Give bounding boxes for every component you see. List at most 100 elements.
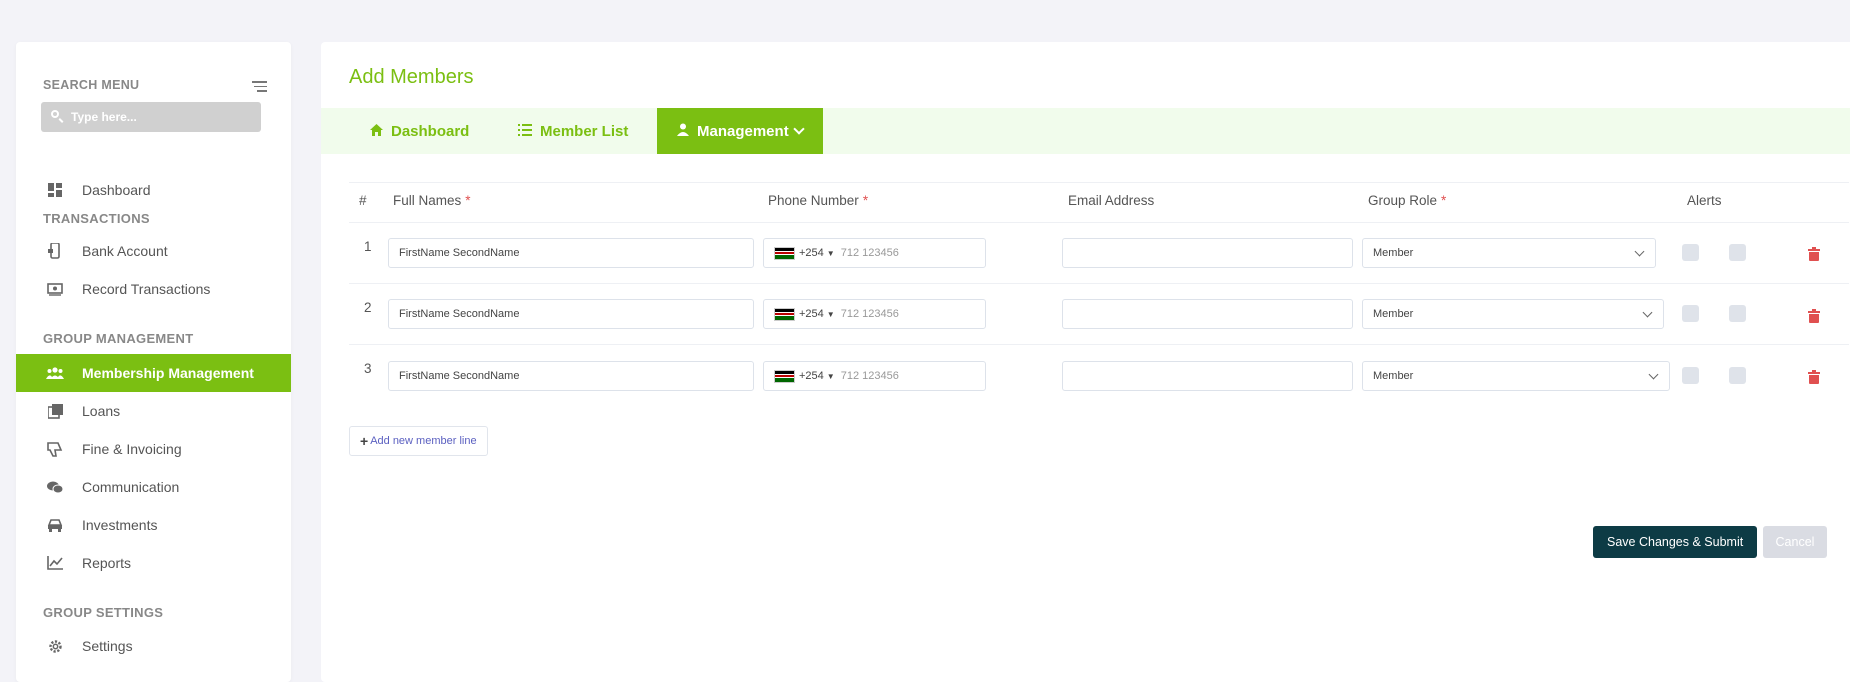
money-bill-icon (46, 280, 64, 298)
selected-role: Member (1373, 247, 1414, 259)
row-divider (349, 344, 1849, 345)
cancel-button[interactable]: Cancel (1763, 526, 1827, 558)
alert-checkbox-sms[interactable] (1682, 367, 1699, 384)
loans-icon (46, 402, 64, 420)
chevron-down-icon (1648, 369, 1659, 380)
sidebar-item-communication[interactable]: Communication (16, 468, 291, 506)
country-code: +254 (799, 247, 824, 259)
chevron-down-icon (1642, 307, 1653, 318)
add-member-line-label: Add new member line (370, 435, 477, 447)
header-alerts: Alerts (1687, 193, 1722, 208)
email-input[interactable] (1062, 361, 1353, 391)
alert-checkbox-email[interactable] (1729, 244, 1746, 261)
group-role-select[interactable]: Member (1362, 299, 1664, 329)
phone-placeholder: 712 123456 (840, 370, 899, 382)
main-panel: Add Members Dashboard Member List Manage… (321, 42, 1850, 682)
dashboard-icon (46, 181, 64, 199)
section-group-management: GROUP MANAGEMENT (43, 331, 194, 346)
section-group-settings: GROUP SETTINGS (43, 605, 164, 620)
full-name-input[interactable]: FirstName SecondName (388, 299, 754, 329)
sidebar-item-dashboard[interactable]: Dashboard (16, 171, 291, 209)
header-number: # (359, 193, 367, 208)
search-box (41, 102, 261, 132)
chat-bubbles-icon (46, 478, 64, 496)
kenya-flag-icon[interactable] (774, 307, 795, 321)
email-input[interactable] (1062, 299, 1353, 329)
sidebar-item-reports[interactable]: Reports (16, 544, 291, 582)
alert-checkbox-sms[interactable] (1682, 244, 1699, 261)
table-header-border (349, 222, 1849, 223)
table-top-border (349, 182, 1849, 183)
sidebar-item-loans[interactable]: Loans (16, 392, 291, 430)
add-member-line-button[interactable]: + Add new member line (349, 426, 488, 456)
delete-row-icon[interactable] (1808, 309, 1820, 323)
sidebar-item-label: Fine & Invoicing (82, 441, 182, 457)
tab-label: Dashboard (391, 122, 470, 140)
selected-role: Member (1373, 308, 1414, 320)
mobile-wallet-icon (46, 242, 64, 260)
group-role-select[interactable]: Member (1362, 238, 1656, 268)
caret-down-icon: ▼ (826, 309, 835, 319)
kenya-flag-icon[interactable] (774, 369, 795, 383)
sidebar-item-label: Bank Account (82, 243, 168, 259)
row-number: 3 (364, 361, 372, 376)
sidebar-item-label: Loans (82, 403, 121, 419)
header-full-names: Full Names * (393, 193, 471, 208)
row-divider (349, 283, 1849, 284)
plus-icon: + (360, 433, 369, 449)
email-input[interactable] (1062, 238, 1353, 268)
sidebar-item-label: Investments (82, 517, 158, 533)
delete-row-icon[interactable] (1808, 247, 1820, 261)
sidebar-item-label: Settings (82, 638, 133, 654)
sidebar-item-investments[interactable]: Investments (16, 506, 291, 544)
sidebar-item-label: Reports (82, 555, 132, 571)
full-name-input[interactable]: FirstName SecondName (388, 238, 754, 268)
sidebar-item-bank-account[interactable]: Bank Account (16, 232, 291, 270)
required-mark: * (1441, 193, 1447, 208)
country-code: +254 (799, 308, 824, 320)
phone-placeholder: 712 123456 (840, 308, 899, 320)
phone-placeholder: 712 123456 (840, 247, 899, 259)
sidebar-item-label: Communication (82, 479, 180, 495)
sidebar-item-fine-invoicing[interactable]: Fine & Invoicing (16, 430, 291, 468)
search-input[interactable] (71, 102, 251, 132)
country-code: +254 (799, 370, 824, 382)
delete-row-icon[interactable] (1808, 370, 1820, 384)
kenya-flag-icon[interactable] (774, 246, 795, 260)
sidebar-item-label: Dashboard (82, 182, 151, 198)
save-submit-button[interactable]: Save Changes & Submit (1593, 526, 1758, 558)
home-icon (370, 123, 383, 139)
row-number: 1 (364, 239, 372, 254)
sidebar-item-label: Record Transactions (82, 281, 211, 297)
sidebar-item-membership-management[interactable]: Membership Management (16, 354, 291, 392)
header-email-address: Email Address (1068, 193, 1155, 208)
alert-checkbox-email[interactable] (1729, 305, 1746, 322)
thumbs-down-icon (46, 440, 64, 458)
required-mark: * (862, 193, 869, 208)
header-phone-number: Phone Number * (768, 193, 869, 208)
search-menu-heading: SEARCH MENU (43, 78, 140, 92)
sidebar-item-settings[interactable]: Settings (16, 627, 291, 665)
phone-input[interactable]: +254 ▼ 712 123456 (763, 238, 986, 268)
search-icon (51, 110, 59, 118)
user-icon (677, 123, 689, 139)
menu-toggle-icon[interactable] (252, 81, 267, 95)
group-role-select[interactable]: Member (1362, 361, 1670, 391)
section-transactions: TRANSACTIONS (43, 211, 150, 226)
alert-checkbox-sms[interactable] (1682, 305, 1699, 322)
sidebar-item-label: Membership Management (82, 365, 254, 381)
phone-input[interactable]: +254 ▼ 712 123456 (763, 361, 986, 391)
tab-dashboard[interactable]: Dashboard (370, 108, 469, 154)
tab-label: Member List (540, 122, 629, 140)
alert-checkbox-email[interactable] (1729, 367, 1746, 384)
sidebar-item-record-transactions[interactable]: Record Transactions (16, 270, 291, 308)
tab-management[interactable]: Management (657, 108, 823, 154)
tab-member-list[interactable]: Member List (518, 108, 628, 154)
full-name-input[interactable]: FirstName SecondName (388, 361, 754, 391)
tab-label: Management (697, 122, 789, 140)
gear-icon (46, 637, 64, 655)
users-icon (46, 364, 64, 382)
page-title: Add Members (349, 66, 474, 88)
caret-down-icon: ▼ (826, 248, 835, 258)
phone-input[interactable]: +254 ▼ 712 123456 (763, 299, 986, 329)
